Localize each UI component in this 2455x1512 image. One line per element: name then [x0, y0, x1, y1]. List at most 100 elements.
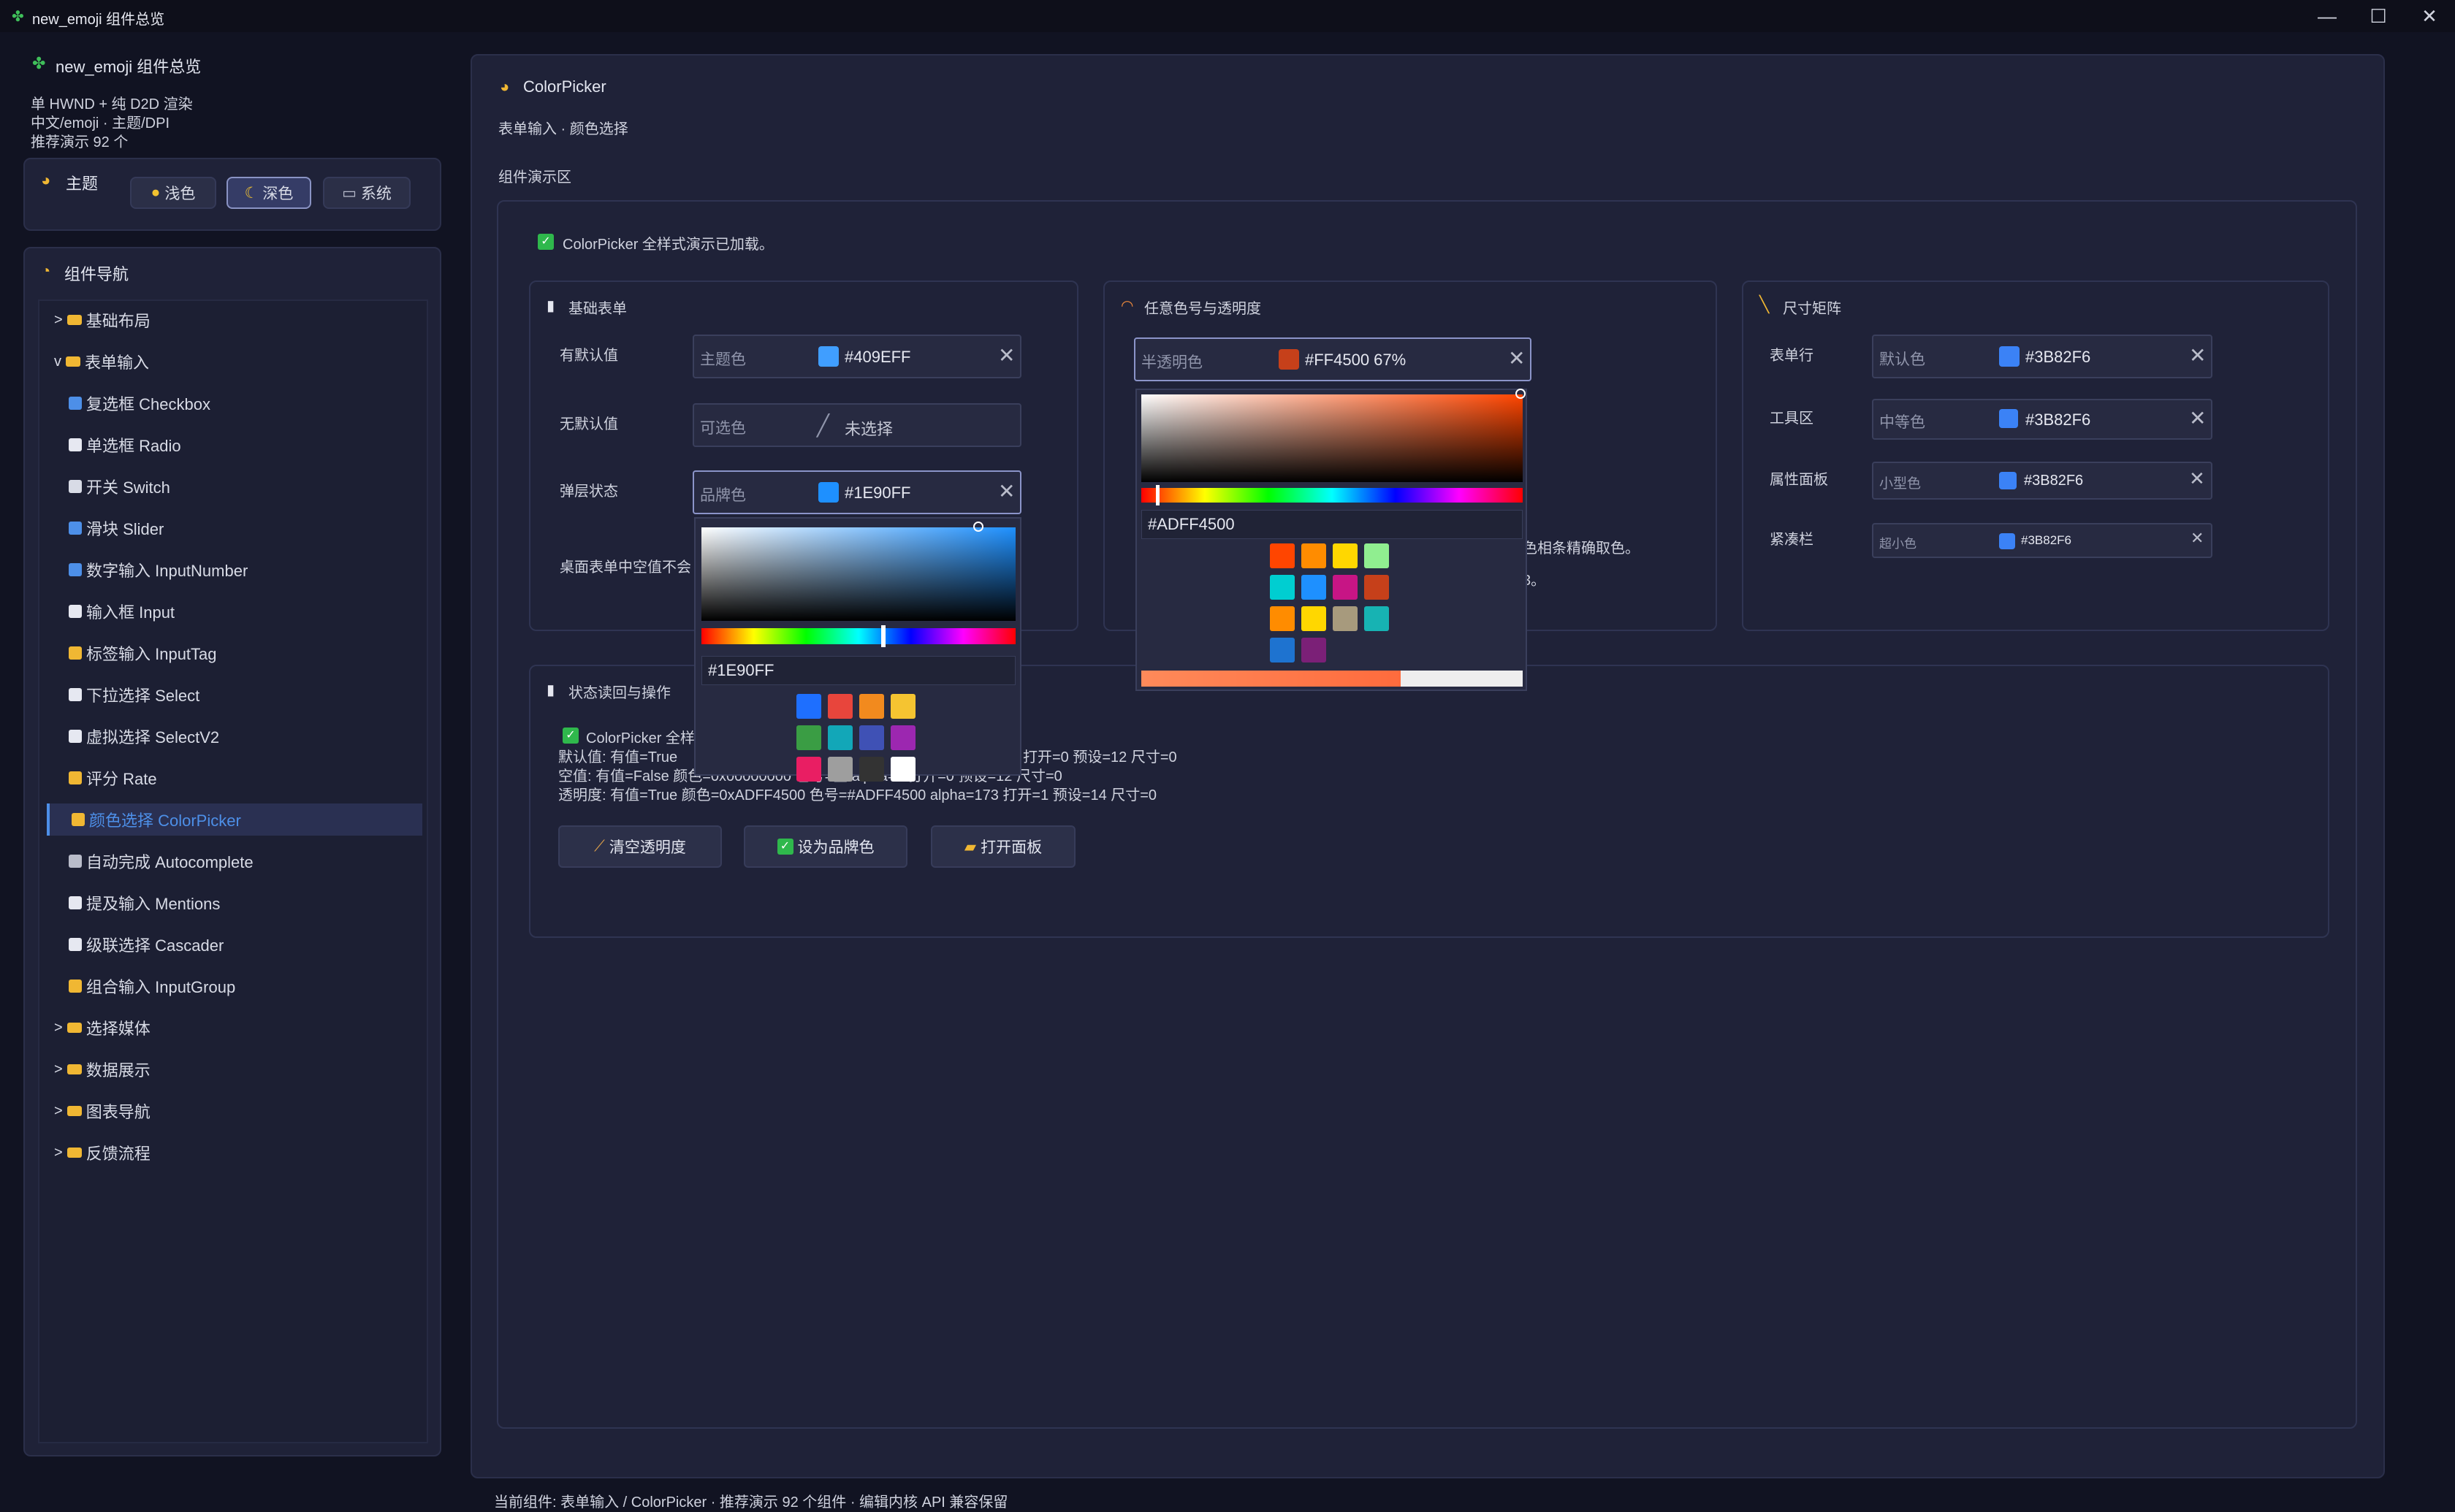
close-button[interactable]: ✕	[2404, 0, 2455, 32]
hue-slider[interactable]	[1141, 488, 1523, 503]
nav-folder[interactable]: > 基础布局	[47, 304, 422, 336]
preset-swatch[interactable]	[828, 757, 853, 782]
hue-slider[interactable]	[701, 628, 1016, 644]
nav-item-label: 滑块 Slider	[86, 520, 164, 538]
nav-item[interactable]: 下拉选择 Select	[47, 679, 422, 711]
app-logo-icon: ✤	[32, 54, 46, 72]
row-label: 属性面板	[1770, 472, 1828, 488]
color-picker-default[interactable]: 主题色 #409EFF ✕	[693, 335, 1021, 378]
picker-placeholder: 小型色	[1879, 476, 1922, 492]
component-icon	[69, 438, 82, 451]
picker-placeholder: 品牌色	[700, 487, 746, 504]
nav-item[interactable]: 级联选择 Cascader	[47, 928, 422, 961]
sv-cursor[interactable]	[1515, 389, 1526, 399]
hex-input[interactable]: #ADFF4500	[1141, 510, 1523, 539]
alpha-slider[interactable]	[1141, 671, 1523, 687]
nav-item[interactable]: 提及输入 Mentions	[47, 887, 422, 919]
preset-swatches	[796, 694, 928, 782]
maximize-button[interactable]: ☐	[2353, 0, 2404, 32]
preset-swatch[interactable]	[1333, 543, 1358, 568]
set-brand-color-button[interactable]: ✓ 设为品牌色	[744, 825, 907, 868]
nav-item[interactable]: 组合输入 InputGroup	[47, 970, 422, 1002]
color-picker-small-size[interactable]: 小型色 #3B82F6 ✕	[1872, 462, 2212, 500]
color-picker-mini-size[interactable]: 超小色 #3B82F6 ✕	[1872, 523, 2212, 558]
nav-item[interactable]: 数字输入 InputNumber	[47, 554, 422, 586]
sv-cursor[interactable]	[973, 522, 983, 532]
nav-folder[interactable]: > 选择媒体	[47, 1012, 422, 1044]
preset-swatch[interactable]	[859, 725, 884, 750]
preset-swatch[interactable]	[1333, 575, 1358, 600]
nav-item[interactable]: 滑块 Slider	[47, 512, 422, 544]
status-line: 默认值: 有值=True	[558, 749, 678, 765]
color-picker-default-size[interactable]: 默认色 #3B82F6 ✕	[1872, 335, 2212, 378]
theme-dark-button[interactable]: ☾ 深色	[227, 177, 311, 209]
preset-swatch[interactable]	[1364, 606, 1389, 631]
nav-item[interactable]: 评分 Rate	[47, 762, 422, 794]
nav-folder[interactable]: > 图表导航	[47, 1095, 422, 1127]
preset-swatch[interactable]	[1333, 606, 1358, 631]
clear-icon[interactable]: ✕	[998, 479, 1015, 503]
clear-icon[interactable]: ✕	[1508, 346, 1525, 370]
sidebar-info-line: 推荐演示 92 个	[31, 134, 129, 150]
preset-swatch[interactable]	[891, 725, 916, 750]
nav-item[interactable]: 复选框 Checkbox	[47, 387, 422, 419]
clear-icon[interactable]: ✕	[2189, 467, 2205, 490]
preset-swatch[interactable]	[1364, 575, 1389, 600]
preset-swatch[interactable]	[1270, 543, 1295, 568]
nav-item[interactable]: 标签输入 InputTag	[47, 637, 422, 669]
preset-swatch[interactable]	[796, 725, 821, 750]
minimize-button[interactable]: —	[2302, 0, 2353, 32]
theme-system-button[interactable]: ▭ 系统	[323, 177, 411, 209]
nav-item-label: 数字输入 InputNumber	[86, 562, 248, 580]
preset-swatch[interactable]	[891, 694, 916, 719]
preset-swatch[interactable]	[859, 694, 884, 719]
preset-swatch[interactable]	[1301, 638, 1326, 663]
preset-swatch[interactable]	[1270, 606, 1295, 631]
theme-light-button[interactable]: ● 浅色	[130, 177, 216, 209]
open-panel-button[interactable]: ▰ 打开面板	[931, 825, 1076, 868]
color-picker-open[interactable]: 品牌色 #1E90FF ✕	[693, 470, 1021, 514]
preset-swatch[interactable]	[828, 694, 853, 719]
preset-swatch[interactable]	[859, 757, 884, 782]
preset-swatch[interactable]	[796, 757, 821, 782]
nav-item[interactable]: 开关 Switch	[47, 470, 422, 503]
sidebar-info-line: 单 HWND + 纯 D2D 渲染	[31, 96, 193, 112]
nav-item-label: 级联选择 Cascader	[86, 936, 224, 955]
hex-input[interactable]: #1E90FF	[701, 656, 1016, 685]
preset-swatch[interactable]	[1301, 543, 1326, 568]
preset-swatch[interactable]	[1301, 606, 1326, 631]
color-picker-medium-size[interactable]: 中等色 #3B82F6 ✕	[1872, 399, 2212, 440]
preset-swatch[interactable]	[1270, 638, 1295, 663]
preset-swatch[interactable]	[796, 694, 821, 719]
color-picker-alpha[interactable]: 半透明色 #FF4500 67% ✕	[1134, 337, 1531, 381]
theme-label: 主题	[66, 175, 99, 193]
preset-swatch[interactable]	[828, 725, 853, 750]
nav-list: > 基础布局 v 表单输入复选框 Checkbox 单选框 Radio 开关 Switch…	[47, 304, 422, 1178]
hue-handle[interactable]	[1156, 485, 1160, 505]
component-icon	[69, 938, 82, 951]
nav-item[interactable]: 单选框 Radio	[47, 429, 422, 461]
clear-alpha-button[interactable]: ⟋ 清空透明度	[558, 825, 722, 868]
nav-item[interactable]: 输入框 Input	[47, 595, 422, 627]
color-picker-empty[interactable]: 可选色 ╱ 未选择	[693, 403, 1021, 447]
clear-icon[interactable]: ✕	[2191, 529, 2204, 548]
clear-icon[interactable]: ✕	[2189, 343, 2206, 367]
preset-swatch[interactable]	[1270, 575, 1295, 600]
preset-swatch[interactable]	[1301, 575, 1326, 600]
color-value: 未选择	[845, 420, 894, 438]
nav-folder[interactable]: > 反馈流程	[47, 1137, 422, 1169]
clear-icon[interactable]: ✕	[2189, 406, 2206, 430]
nav-folder[interactable]: > 数据展示	[47, 1053, 422, 1085]
nav-item[interactable]: 颜色选择 ColorPicker	[47, 803, 422, 836]
clear-icon[interactable]: ✕	[998, 343, 1015, 367]
color-value: #3B82F6	[2021, 533, 2071, 547]
nav-item[interactable]: 自动完成 Autocomplete	[47, 845, 422, 877]
component-icon	[69, 980, 82, 993]
saturation-value-area[interactable]	[1141, 394, 1523, 482]
preset-swatch[interactable]	[891, 757, 916, 782]
saturation-value-area[interactable]	[701, 527, 1016, 621]
preset-swatch[interactable]	[1364, 543, 1389, 568]
nav-item[interactable]: 虚拟选择 SelectV2	[47, 720, 422, 752]
nav-folder[interactable]: v 表单输入	[47, 345, 422, 378]
hue-handle[interactable]	[881, 625, 886, 647]
